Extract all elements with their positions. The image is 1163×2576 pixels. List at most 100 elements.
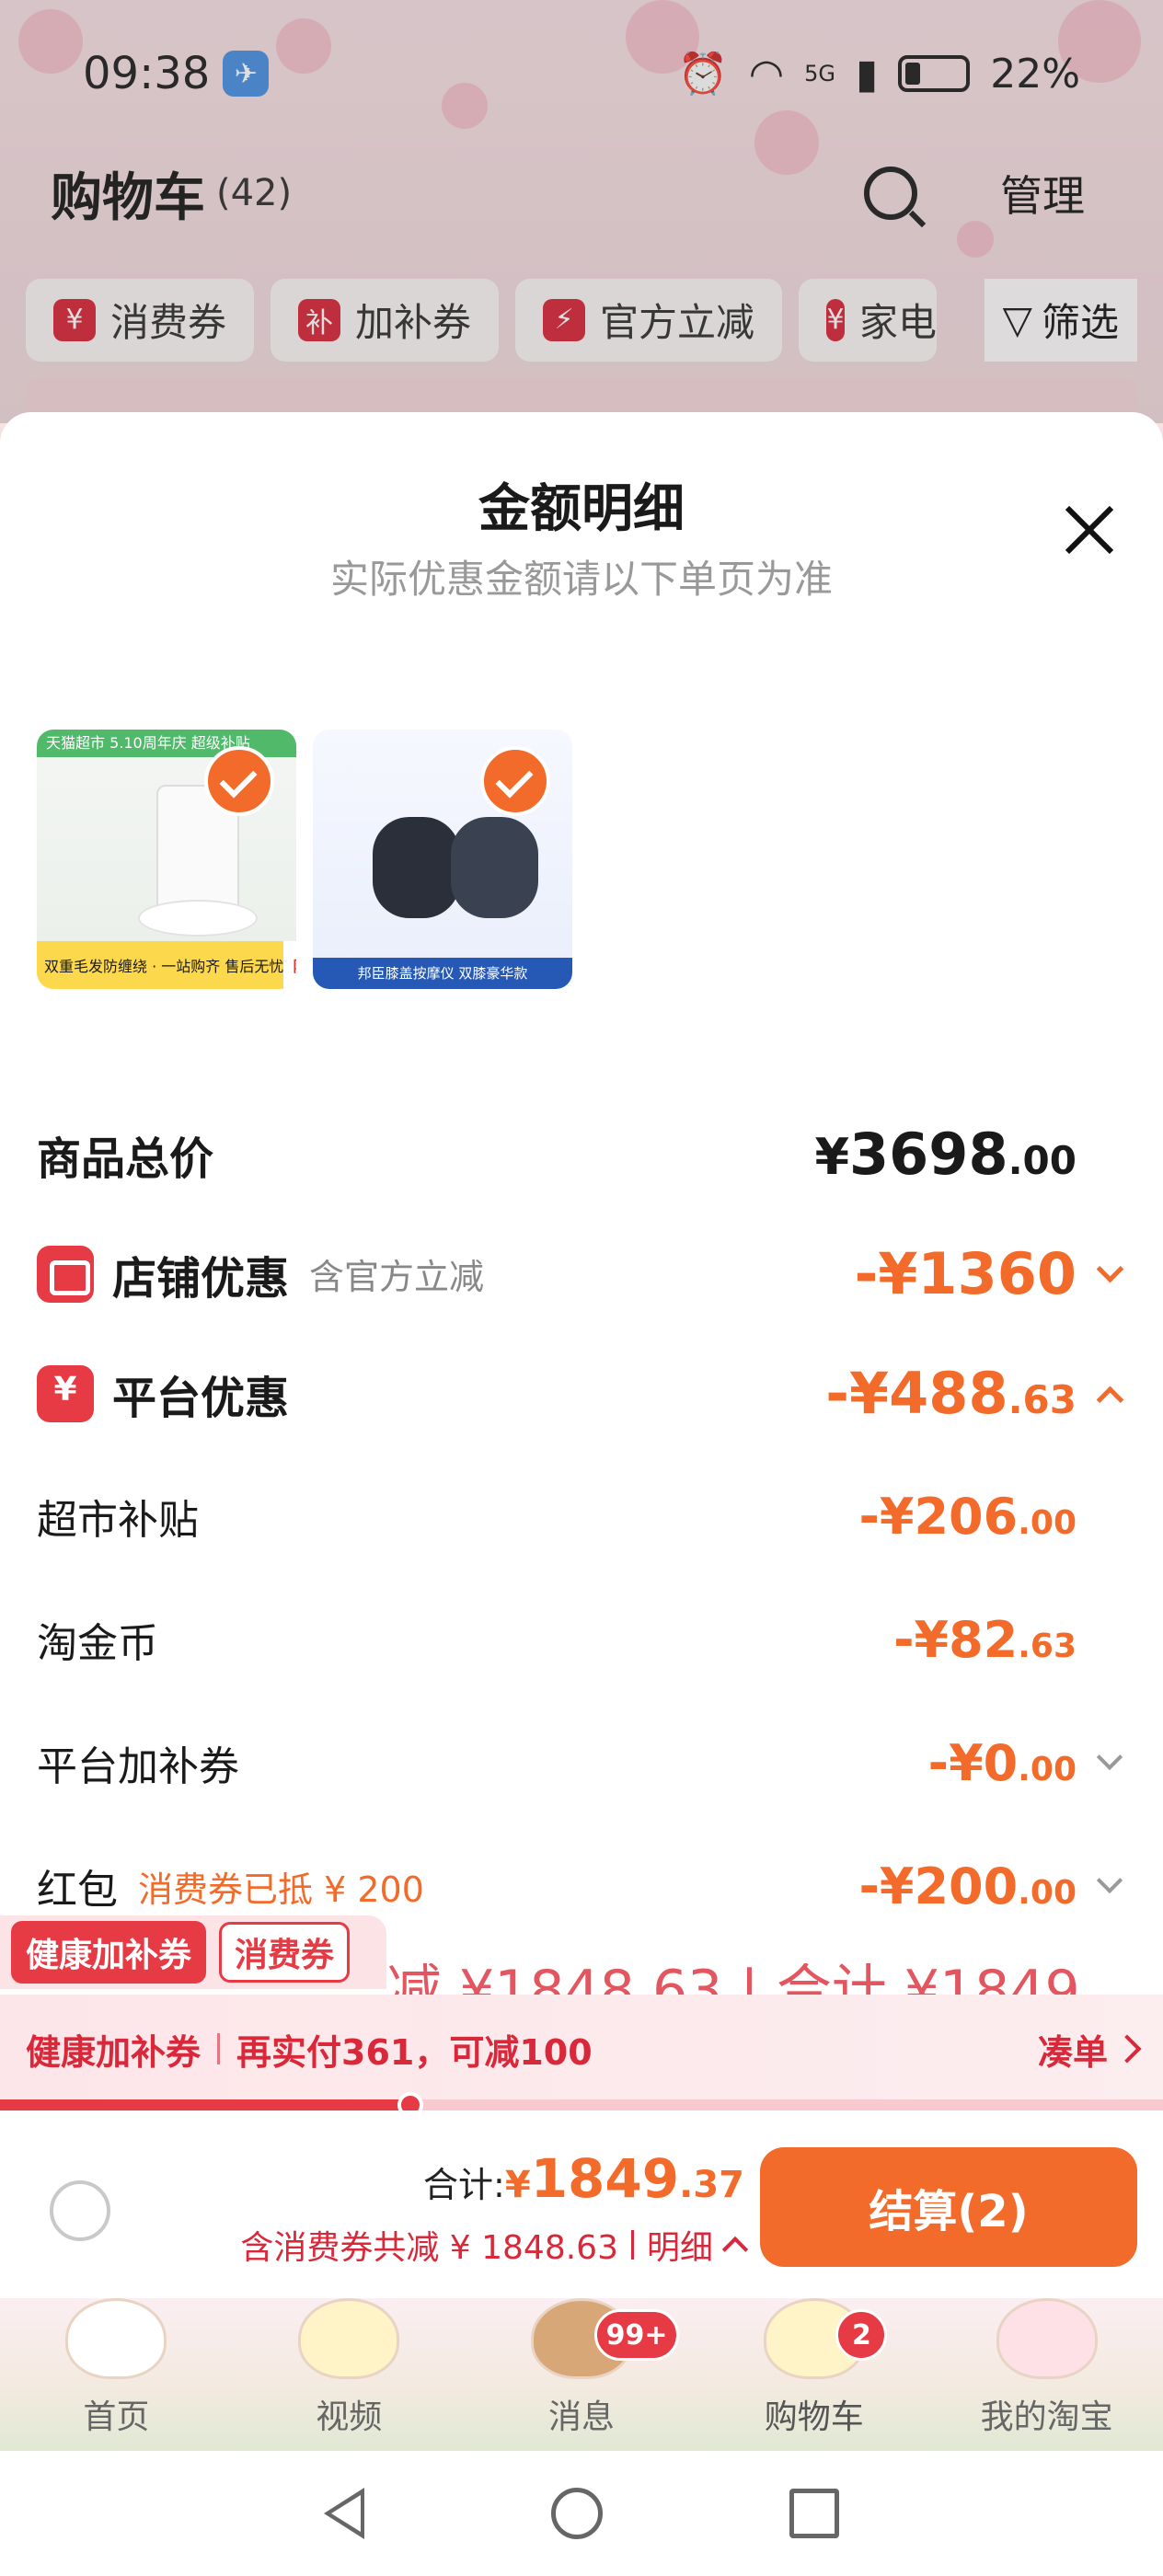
bottom-tab-bar: 首页 视频 99+ 消息 2 购物车 我的淘宝 — [0, 2298, 1163, 2451]
goods-total-label: 商品总价 — [37, 1133, 214, 1185]
platform-discount-int: -¥488 — [825, 1360, 1008, 1427]
coupon-progress-bar — [0, 2092, 1163, 2118]
product-promo-tag: 限时加补 — [283, 941, 296, 989]
modal-overlay[interactable] — [0, 0, 1163, 423]
goods-total-currency: ¥ — [814, 1128, 850, 1186]
shop-discount-row[interactable]: 店铺优惠 含官方立减 -¥1360 — [37, 1240, 1126, 1307]
red-packet-dec: .00 — [1018, 1873, 1077, 1912]
tab-video[interactable]: 视频 — [233, 2298, 466, 2451]
supermarket-subsidy-dec: .00 — [1018, 1503, 1077, 1542]
checkout-button[interactable]: 结算(2) — [760, 2147, 1137, 2267]
product-banner: 邦臣膝盖按摩仪 双膝豪华款 — [313, 958, 572, 989]
goods-total-int: 3698 — [849, 1121, 1008, 1188]
platform-discount-value: -¥488 .63 — [825, 1360, 1077, 1427]
red-packet-row[interactable]: 红包 消费券已抵 ¥ 200 -¥200 .00 — [37, 1857, 1126, 1915]
total-currency: ¥ — [504, 2164, 531, 2206]
mascot-icon — [65, 2298, 167, 2379]
total-line: 合计: ¥ 1849 .37 — [423, 2147, 744, 2210]
tab-label: 首页 — [83, 2398, 150, 2436]
cart-page-background: 09:38 ✈ ⏰ ◠ 5G ▮ 22% 购物车 (42) 管理 ¥ 消费券 补… — [0, 0, 1163, 423]
select-all-checkbox[interactable] — [50, 2180, 110, 2241]
red-packet-value: -¥200 .00 — [859, 1857, 1077, 1915]
promo-bar-divider — [217, 2033, 221, 2064]
chevron-down-icon[interactable] — [1093, 1258, 1126, 1291]
add-items-link[interactable]: 凑单 — [1037, 2024, 1142, 2075]
platform-addon-value: -¥0 .00 — [928, 1734, 1077, 1792]
taojinbi-value: -¥82 .63 — [893, 1611, 1077, 1669]
close-icon[interactable] — [1062, 502, 1117, 558]
platform-discount-row[interactable]: 平台优惠 -¥488 .63 — [37, 1360, 1126, 1427]
product-thumbnail-robot-vacuum[interactable]: 天猫超市 5.10周年庆 超级补贴 双重毛发防缠绕 · 一站购齐 售后无忧 限时… — [37, 730, 296, 989]
chevron-up-icon[interactable] — [1093, 1377, 1126, 1410]
cart-badge: 2 — [835, 2309, 888, 2361]
platform-addon-label: 平台加补券 — [37, 1743, 239, 1790]
tab-messages[interactable]: 99+ 消息 — [466, 2298, 698, 2451]
consumer-coupon-tag[interactable]: 消费券 — [219, 1922, 351, 1983]
platform-discount-label: 平台优惠 — [112, 1372, 290, 1424]
saved-text: 含消费券共减 ¥ 1848.63 — [240, 2229, 618, 2267]
selected-check-icon[interactable] — [204, 746, 274, 816]
knee-massager-image — [451, 817, 538, 918]
platform-addon-int: -¥0 — [927, 1733, 1019, 1792]
robot-vacuum-image — [138, 900, 258, 937]
taojinbi-label: 淘金币 — [37, 1620, 158, 1667]
selected-check-icon[interactable] — [480, 746, 550, 816]
coupon-promo-bar: 健康加补券 再实付361，可减100 凑单 — [0, 1995, 1163, 2103]
platform-coupon-icon — [37, 1364, 94, 1422]
back-icon[interactable] — [323, 2488, 364, 2539]
product-thumbnail-knee-massager[interactable]: 邦臣膝盖按摩仪 双膝豪华款 — [313, 730, 572, 989]
supermarket-subsidy-value: -¥206 .00 — [859, 1488, 1077, 1546]
health-coupon-tag[interactable]: 健康加补券 — [11, 1921, 207, 1984]
messages-badge: 99+ — [593, 2309, 680, 2361]
progress-fill — [0, 2099, 410, 2110]
tab-my-taobao[interactable]: 我的淘宝 — [930, 2298, 1163, 2451]
red-packet-int: -¥200 — [858, 1857, 1019, 1915]
shop-discount-label: 店铺优惠 — [112, 1252, 290, 1305]
tab-label: 视频 — [316, 2398, 383, 2436]
shop-discount-note: 含官方立减 — [309, 1257, 485, 1297]
goods-total-dec: .00 — [1008, 1138, 1077, 1183]
tab-label: 我的淘宝 — [980, 2398, 1113, 2436]
tab-label: 购物车 — [764, 2398, 864, 2436]
chevron-down-icon[interactable] — [1093, 1746, 1126, 1779]
recent-apps-icon[interactable] — [789, 2489, 840, 2538]
promo-bar-text: 再实付361，可减100 — [236, 2031, 593, 2073]
red-packet-label: 红包 — [37, 1867, 118, 1914]
add-items-label: 凑单 — [1037, 2031, 1108, 2073]
saved-line: 含消费券共减 ¥ 1848.63 明细 — [240, 2221, 749, 2269]
home-icon[interactable] — [550, 2488, 603, 2539]
system-nav-bar — [0, 2451, 1163, 2576]
platform-addon-coupon-row[interactable]: 平台加补券 -¥0 .00 — [37, 1733, 1126, 1792]
chevron-down-icon[interactable] — [1093, 1869, 1126, 1903]
sheet-subtitle: 实际优惠金额请以下单页为准 — [329, 557, 833, 602]
mascot-icon — [996, 2298, 1098, 2379]
taojinbi-row: 淘金币 -¥82 .63 — [37, 1610, 1126, 1669]
goods-total-row: 商品总价 ¥ 3698 .00 — [37, 1121, 1126, 1188]
coupon-tags: 健康加补券 消费券 — [0, 1915, 386, 1989]
red-packet-note: 消费券已抵 ¥ 200 — [138, 1869, 424, 1910]
platform-addon-dec: .00 — [1018, 1750, 1077, 1788]
supermarket-subsidy-label: 超市补贴 — [37, 1497, 199, 1544]
amount-detail-sheet: 金额明细 实际优惠金额请以下单页为准 天猫超市 5.10周年庆 超级补贴 双重毛… — [0, 412, 1163, 1995]
detail-link[interactable]: 明细 — [647, 2221, 713, 2269]
saved-divider — [630, 2230, 634, 2260]
tab-label: 消息 — [547, 2398, 615, 2436]
supermarket-subsidy-row: 超市补贴 -¥206 .00 — [37, 1487, 1126, 1546]
supermarket-subsidy-int: -¥206 — [858, 1487, 1019, 1546]
shop-discount-amount: -¥1360 — [854, 1240, 1077, 1307]
mascot-icon — [298, 2298, 400, 2379]
chevron-up-icon[interactable] — [721, 2236, 749, 2263]
total-int: 1849 — [530, 2147, 680, 2210]
shop-icon — [37, 1245, 94, 1303]
partially-hidden-summary: 减 ¥1848.63 | 合计 ¥1849.37 — [386, 1963, 1086, 1996]
sheet-title: 金额明细 — [478, 479, 685, 539]
checkout-bar: 合计: ¥ 1849 .37 含消费券共减 ¥ 1848.63 明细 结算(2) — [0, 2110, 1163, 2298]
total-dec: .37 — [679, 2164, 744, 2206]
knee-massager-image — [373, 817, 460, 918]
goods-total-value: ¥ 3698 .00 — [814, 1121, 1077, 1188]
taojinbi-dec: .63 — [1018, 1627, 1077, 1665]
tab-cart[interactable]: 2 购物车 — [697, 2298, 930, 2451]
tab-home[interactable]: 首页 — [0, 2298, 233, 2451]
platform-discount-dec: .63 — [1008, 1377, 1077, 1422]
shop-discount-value: -¥1360 — [855, 1240, 1077, 1307]
